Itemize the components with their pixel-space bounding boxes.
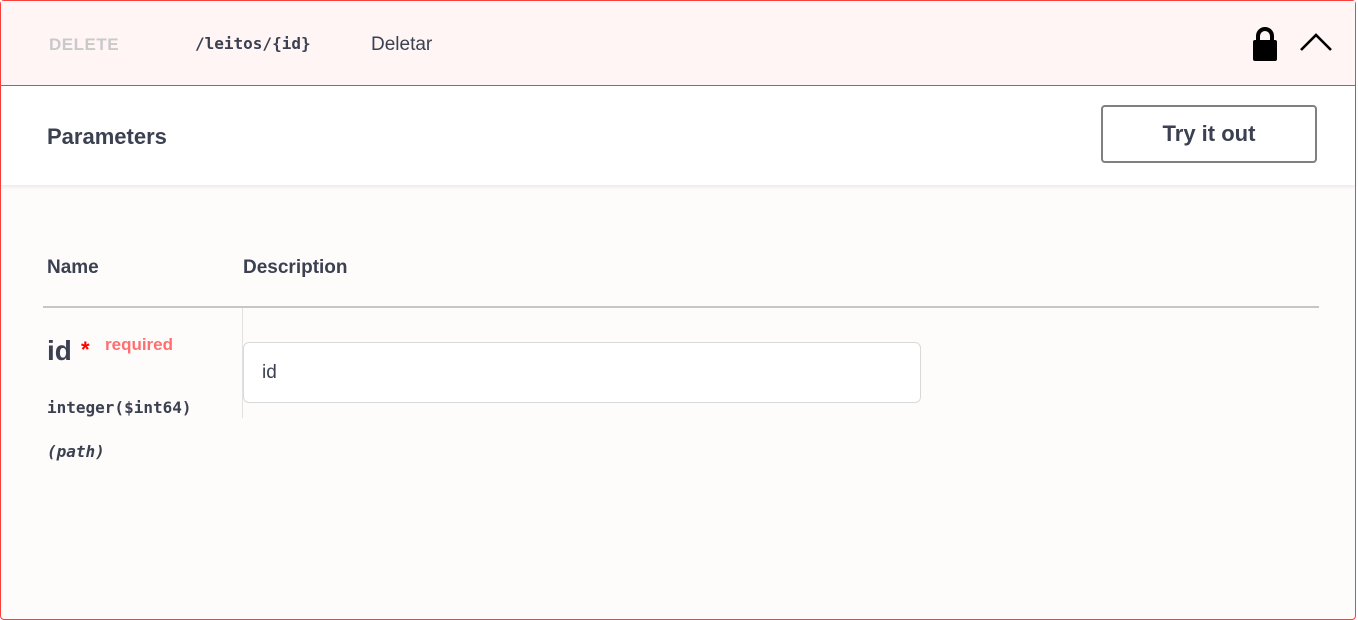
- parameters-header: Parameters Try it out: [1, 86, 1355, 185]
- try-it-out-button[interactable]: Try it out: [1101, 105, 1317, 163]
- parameter-type: integer($int64): [47, 398, 192, 417]
- id-input[interactable]: [243, 342, 921, 403]
- required-star: *: [81, 337, 90, 362]
- operation-block-delete: DELETE /leitos/{id} Deletar Parameters T…: [0, 0, 1356, 620]
- operation-summary-text: Deletar: [371, 34, 433, 55]
- operation-summary[interactable]: DELETE /leitos/{id} Deletar: [1, 1, 1355, 86]
- column-header-description: Description: [243, 257, 348, 278]
- parameter-location: (path): [47, 442, 105, 461]
- required-label: required: [105, 335, 174, 354]
- column-header-name: Name: [47, 257, 99, 278]
- lock-icon[interactable]: [1252, 25, 1278, 63]
- chevron-up-icon[interactable]: [1298, 31, 1334, 53]
- endpoint-path: /leitos/{id}: [195, 34, 311, 53]
- parameters-title: Parameters: [47, 124, 167, 149]
- parameter-name: id: [47, 335, 72, 366]
- table-header-divider: [43, 306, 1319, 308]
- method-badge: DELETE: [49, 35, 120, 54]
